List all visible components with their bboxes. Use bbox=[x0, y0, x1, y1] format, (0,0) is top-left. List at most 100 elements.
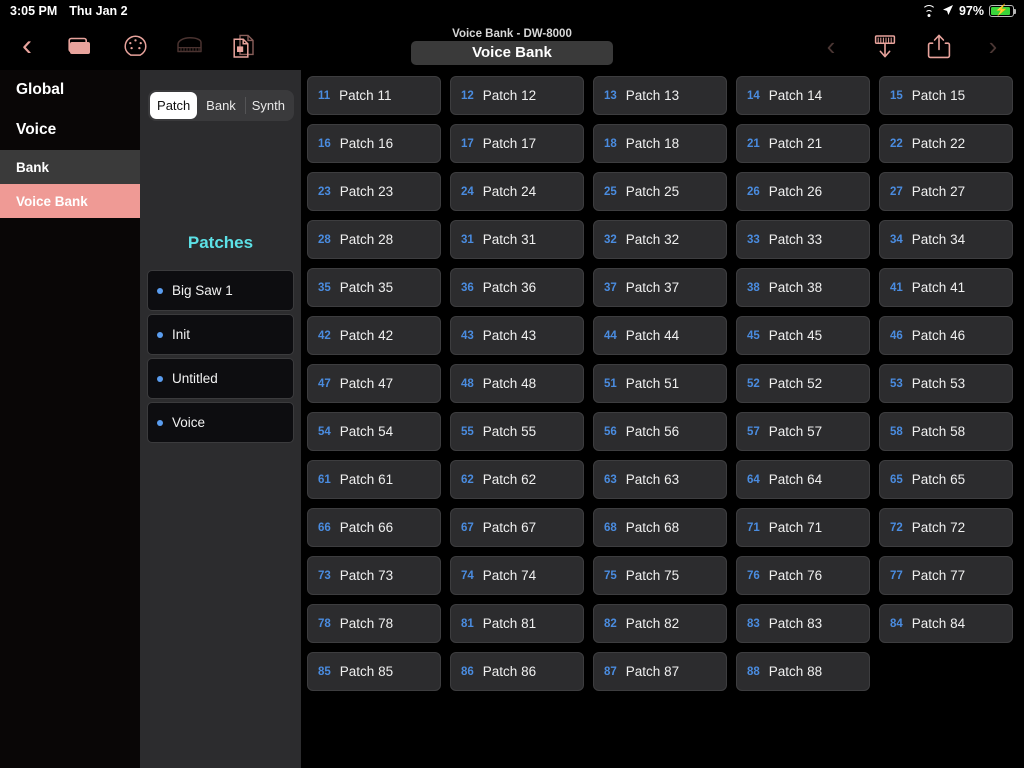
patch-cell-32[interactable]: 32 Patch 32 bbox=[593, 220, 727, 259]
patch-cell-14[interactable]: 14 Patch 14 bbox=[736, 76, 870, 115]
patch-cell-75[interactable]: 75 Patch 75 bbox=[593, 556, 727, 595]
patch-cell-number: 51 bbox=[604, 377, 617, 390]
patch-cell-21[interactable]: 21 Patch 21 bbox=[736, 124, 870, 163]
patch-cell-47[interactable]: 47 Patch 47 bbox=[307, 364, 441, 403]
patch-cell-number: 56 bbox=[604, 425, 617, 438]
patch-cell-37[interactable]: 37 Patch 37 bbox=[593, 268, 727, 307]
patch-cell-number: 85 bbox=[318, 665, 331, 678]
next-button[interactable]: › bbox=[966, 22, 1020, 70]
patch-cell-label: Patch 71 bbox=[768, 520, 823, 535]
patch-cell-27[interactable]: 27 Patch 27 bbox=[879, 172, 1013, 211]
patch-cell-13[interactable]: 13 Patch 13 bbox=[593, 76, 727, 115]
patch-cell-15[interactable]: 15 Patch 15 bbox=[879, 76, 1013, 115]
patch-cell-65[interactable]: 65 Patch 65 bbox=[879, 460, 1013, 499]
patch-cell-number: 68 bbox=[604, 521, 617, 534]
patch-cell-44[interactable]: 44 Patch 44 bbox=[593, 316, 727, 355]
patch-cell-42[interactable]: 42 Patch 42 bbox=[307, 316, 441, 355]
list-item[interactable]: Init bbox=[147, 314, 294, 355]
patch-cell-label: Patch 57 bbox=[768, 424, 823, 439]
sidebar-header-global[interactable]: Global bbox=[0, 70, 140, 110]
patch-cell-12[interactable]: 12 Patch 12 bbox=[450, 76, 584, 115]
patch-cell-61[interactable]: 61 Patch 61 bbox=[307, 460, 441, 499]
patch-cell-43[interactable]: 43 Patch 43 bbox=[450, 316, 584, 355]
patch-cell-48[interactable]: 48 Patch 48 bbox=[450, 364, 584, 403]
patch-cell-23[interactable]: 23 Patch 23 bbox=[307, 172, 441, 211]
patch-cell-76[interactable]: 76 Patch 76 bbox=[736, 556, 870, 595]
patch-cell-66[interactable]: 66 Patch 66 bbox=[307, 508, 441, 547]
patch-cell-87[interactable]: 87 Patch 87 bbox=[593, 652, 727, 691]
patch-cell-35[interactable]: 35 Patch 35 bbox=[307, 268, 441, 307]
patch-cell-73[interactable]: 73 Patch 73 bbox=[307, 556, 441, 595]
patch-cell-36[interactable]: 36 Patch 36 bbox=[450, 268, 584, 307]
patch-cell-number: 88 bbox=[747, 665, 760, 678]
patch-cell-label: Patch 16 bbox=[339, 136, 394, 151]
patch-cell-number: 27 bbox=[890, 185, 903, 198]
patch-cell-82[interactable]: 82 Patch 82 bbox=[593, 604, 727, 643]
patch-cell-56[interactable]: 56 Patch 56 bbox=[593, 412, 727, 451]
patch-cell-28[interactable]: 28 Patch 28 bbox=[307, 220, 441, 259]
patch-cell-81[interactable]: 81 Patch 81 bbox=[450, 604, 584, 643]
patch-cell-label: Patch 42 bbox=[339, 328, 394, 343]
patch-cell-63[interactable]: 63 Patch 63 bbox=[593, 460, 727, 499]
patch-cell-number: 77 bbox=[890, 569, 903, 582]
patch-cell-84[interactable]: 84 Patch 84 bbox=[879, 604, 1013, 643]
patch-cell-25[interactable]: 25 Patch 25 bbox=[593, 172, 727, 211]
patch-cell-67[interactable]: 67 Patch 67 bbox=[450, 508, 584, 547]
patch-cell-83[interactable]: 83 Patch 83 bbox=[736, 604, 870, 643]
patch-cell-number: 37 bbox=[604, 281, 617, 294]
list-item[interactable]: Voice bbox=[147, 402, 294, 443]
patch-cell-74[interactable]: 74 Patch 74 bbox=[450, 556, 584, 595]
patch-cell-number: 36 bbox=[461, 281, 474, 294]
list-item[interactable]: Big Saw 1 bbox=[147, 270, 294, 311]
patch-cell-38[interactable]: 38 Patch 38 bbox=[736, 268, 870, 307]
browser-segmented-control[interactable]: Patch Bank Synth bbox=[148, 90, 294, 121]
patch-cell-number: 47 bbox=[318, 377, 331, 390]
patch-cell-number: 12 bbox=[461, 89, 474, 102]
patch-cell-86[interactable]: 86 Patch 86 bbox=[450, 652, 584, 691]
patch-cell-62[interactable]: 62 Patch 62 bbox=[450, 460, 584, 499]
prev-button[interactable]: ‹ bbox=[804, 22, 858, 70]
sidebar-header-voice[interactable]: Voice bbox=[0, 110, 140, 150]
patch-cell-label: Patch 56 bbox=[625, 424, 680, 439]
patch-cell-51[interactable]: 51 Patch 51 bbox=[593, 364, 727, 403]
patch-cell-58[interactable]: 58 Patch 58 bbox=[879, 412, 1013, 451]
patch-cell-number: 22 bbox=[890, 137, 903, 150]
patch-cell-33[interactable]: 33 Patch 33 bbox=[736, 220, 870, 259]
receive-from-synth-button[interactable] bbox=[858, 22, 912, 70]
patch-cell-24[interactable]: 24 Patch 24 bbox=[450, 172, 584, 211]
patch-cell-85[interactable]: 85 Patch 85 bbox=[307, 652, 441, 691]
toolbar-title-button[interactable]: Voice Bank bbox=[411, 40, 613, 65]
patch-cell-34[interactable]: 34 Patch 34 bbox=[879, 220, 1013, 259]
patch-cell-68[interactable]: 68 Patch 68 bbox=[593, 508, 727, 547]
patch-cell-77[interactable]: 77 Patch 77 bbox=[879, 556, 1013, 595]
patch-cell-16[interactable]: 16 Patch 16 bbox=[307, 124, 441, 163]
patch-cell-number: 81 bbox=[461, 617, 474, 630]
segment-patch[interactable]: Patch bbox=[150, 92, 198, 119]
patch-cell-57[interactable]: 57 Patch 57 bbox=[736, 412, 870, 451]
patch-cell-46[interactable]: 46 Patch 46 bbox=[879, 316, 1013, 355]
patch-cell-label: Patch 58 bbox=[911, 424, 966, 439]
patch-cell-22[interactable]: 22 Patch 22 bbox=[879, 124, 1013, 163]
patch-cell-78[interactable]: 78 Patch 78 bbox=[307, 604, 441, 643]
patch-cell-64[interactable]: 64 Patch 64 bbox=[736, 460, 870, 499]
list-item[interactable]: Untitled bbox=[147, 358, 294, 399]
patch-cell-88[interactable]: 88 Patch 88 bbox=[736, 652, 870, 691]
share-export-button[interactable] bbox=[912, 22, 966, 70]
patch-cell-17[interactable]: 17 Patch 17 bbox=[450, 124, 584, 163]
patch-cell-45[interactable]: 45 Patch 45 bbox=[736, 316, 870, 355]
patch-cell-71[interactable]: 71 Patch 71 bbox=[736, 508, 870, 547]
patch-cell-31[interactable]: 31 Patch 31 bbox=[450, 220, 584, 259]
segment-synth[interactable]: Synth bbox=[244, 92, 292, 119]
patch-cell-26[interactable]: 26 Patch 26 bbox=[736, 172, 870, 211]
sidebar-item-bank[interactable]: Bank bbox=[0, 150, 140, 184]
patch-cell-55[interactable]: 55 Patch 55 bbox=[450, 412, 584, 451]
sidebar-item-voice-bank[interactable]: Voice Bank bbox=[0, 184, 140, 218]
patch-cell-18[interactable]: 18 Patch 18 bbox=[593, 124, 727, 163]
patch-cell-53[interactable]: 53 Patch 53 bbox=[879, 364, 1013, 403]
patch-cell-54[interactable]: 54 Patch 54 bbox=[307, 412, 441, 451]
patch-cell-41[interactable]: 41 Patch 41 bbox=[879, 268, 1013, 307]
segment-bank[interactable]: Bank bbox=[197, 92, 244, 119]
patch-cell-72[interactable]: 72 Patch 72 bbox=[879, 508, 1013, 547]
patch-cell-52[interactable]: 52 Patch 52 bbox=[736, 364, 870, 403]
patch-cell-11[interactable]: 11 Patch 11 bbox=[307, 76, 441, 115]
